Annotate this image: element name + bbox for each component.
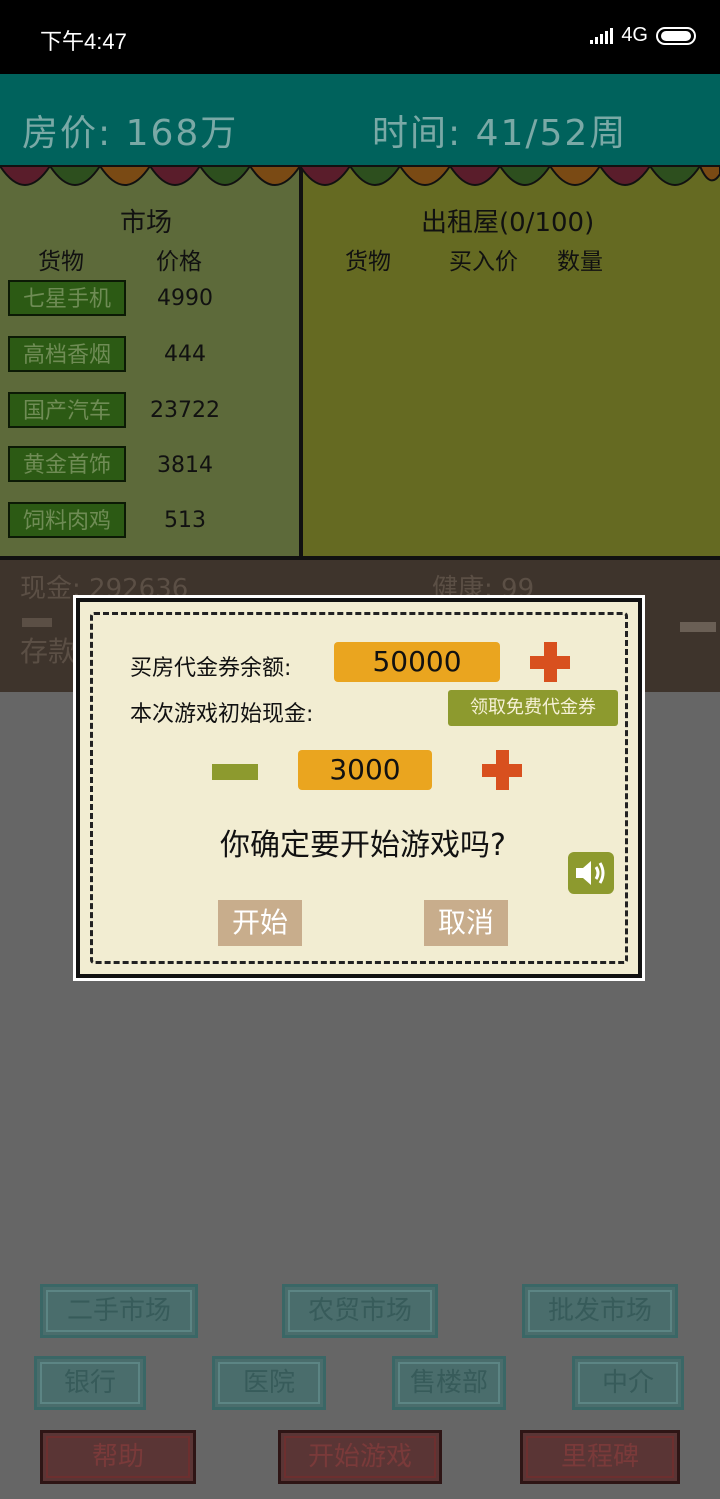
panel-divider [299,166,303,560]
market-col-price: 价格 [156,249,202,275]
market-item-chicken[interactable]: 饲料肉鸡 [8,502,126,538]
nav-second-hand-market[interactable]: 二手市场 [40,1284,198,1338]
market-item-gold[interactable]: 黄金首饰 [8,446,126,482]
deposit-minus-icon[interactable] [22,618,52,627]
market-item-cigarettes[interactable]: 高档香烟 [8,336,126,372]
initial-cash-value: 3000 [298,750,432,790]
voucher-plus-icon[interactable] [530,642,570,682]
rental-col-buy-price: 买入价 [449,249,518,275]
market-price-chicken: 513 [164,508,206,533]
nav-sales-office[interactable]: 售楼部 [392,1356,506,1410]
rental-col-qty: 数量 [557,249,603,275]
market-col-goods: 货物 [38,249,84,275]
network-type: 4G [621,24,648,46]
house-price: 房价: 168万 [22,113,239,154]
nav-bank[interactable]: 银行 [34,1356,146,1410]
signal-icon [590,27,614,44]
market-item-car[interactable]: 国产汽车 [8,392,126,428]
status-bar: 下午4:47 4G [0,0,720,74]
game-week: 时间: 41/52周 [372,113,628,154]
initial-cash-label: 本次游戏初始现金: [130,702,314,727]
market-price-gold: 3814 [157,453,213,478]
rental-panel: 出租屋(0/100) 货物 买入价 数量 [303,166,720,558]
nav-help[interactable]: 帮助 [40,1430,196,1484]
speaker-icon[interactable] [568,852,614,894]
deposit-label: 存款 [20,635,77,668]
market-title: 市场 [120,208,173,238]
confirm-question: 你确定要开始游戏吗? [220,828,506,863]
initial-cash-minus-icon[interactable] [212,764,258,780]
status-icons: 4G [590,24,696,47]
rental-col-goods: 货物 [345,249,391,275]
voucher-balance-label: 买房代金券余额: [130,656,292,681]
voucher-balance-value: 50000 [334,642,500,682]
game-header: 房价: 168万 时间: 41/52周 [0,74,720,166]
free-voucher-button[interactable]: 领取免费代金券 [448,690,618,726]
cancel-button[interactable]: 取消 [424,900,508,946]
market-price-car: 23722 [150,398,220,423]
nav-hospital[interactable]: 医院 [212,1356,326,1410]
nav-start-game[interactable]: 开始游戏 [278,1430,442,1484]
status-time: 下午4:47 [40,29,127,54]
nav-agency[interactable]: 中介 [572,1356,684,1410]
start-game-dialog: 买房代金券余额: 50000 本次游戏初始现金: 领取免费代金券 3000 你确… [76,598,642,978]
rental-title: 出租屋(0/100) [421,208,595,238]
battery-icon [656,26,696,45]
market-price-phone: 4990 [157,286,213,311]
market-price-cigarettes: 444 [164,342,206,367]
initial-cash-plus-icon[interactable] [482,750,522,790]
awning-decoration [0,164,720,186]
nav-milestones[interactable]: 里程碑 [520,1430,680,1484]
nav-wholesale-market[interactable]: 批发市场 [522,1284,678,1338]
market-panel: 市场 货物 价格 七星手机 4990 高档香烟 444 国产汽车 23722 黄… [0,166,300,558]
nav-farmers-market[interactable]: 农贸市场 [282,1284,438,1338]
market-item-phone[interactable]: 七星手机 [8,280,126,316]
start-button[interactable]: 开始 [218,900,302,946]
withdraw-minus-icon[interactable] [680,622,716,632]
